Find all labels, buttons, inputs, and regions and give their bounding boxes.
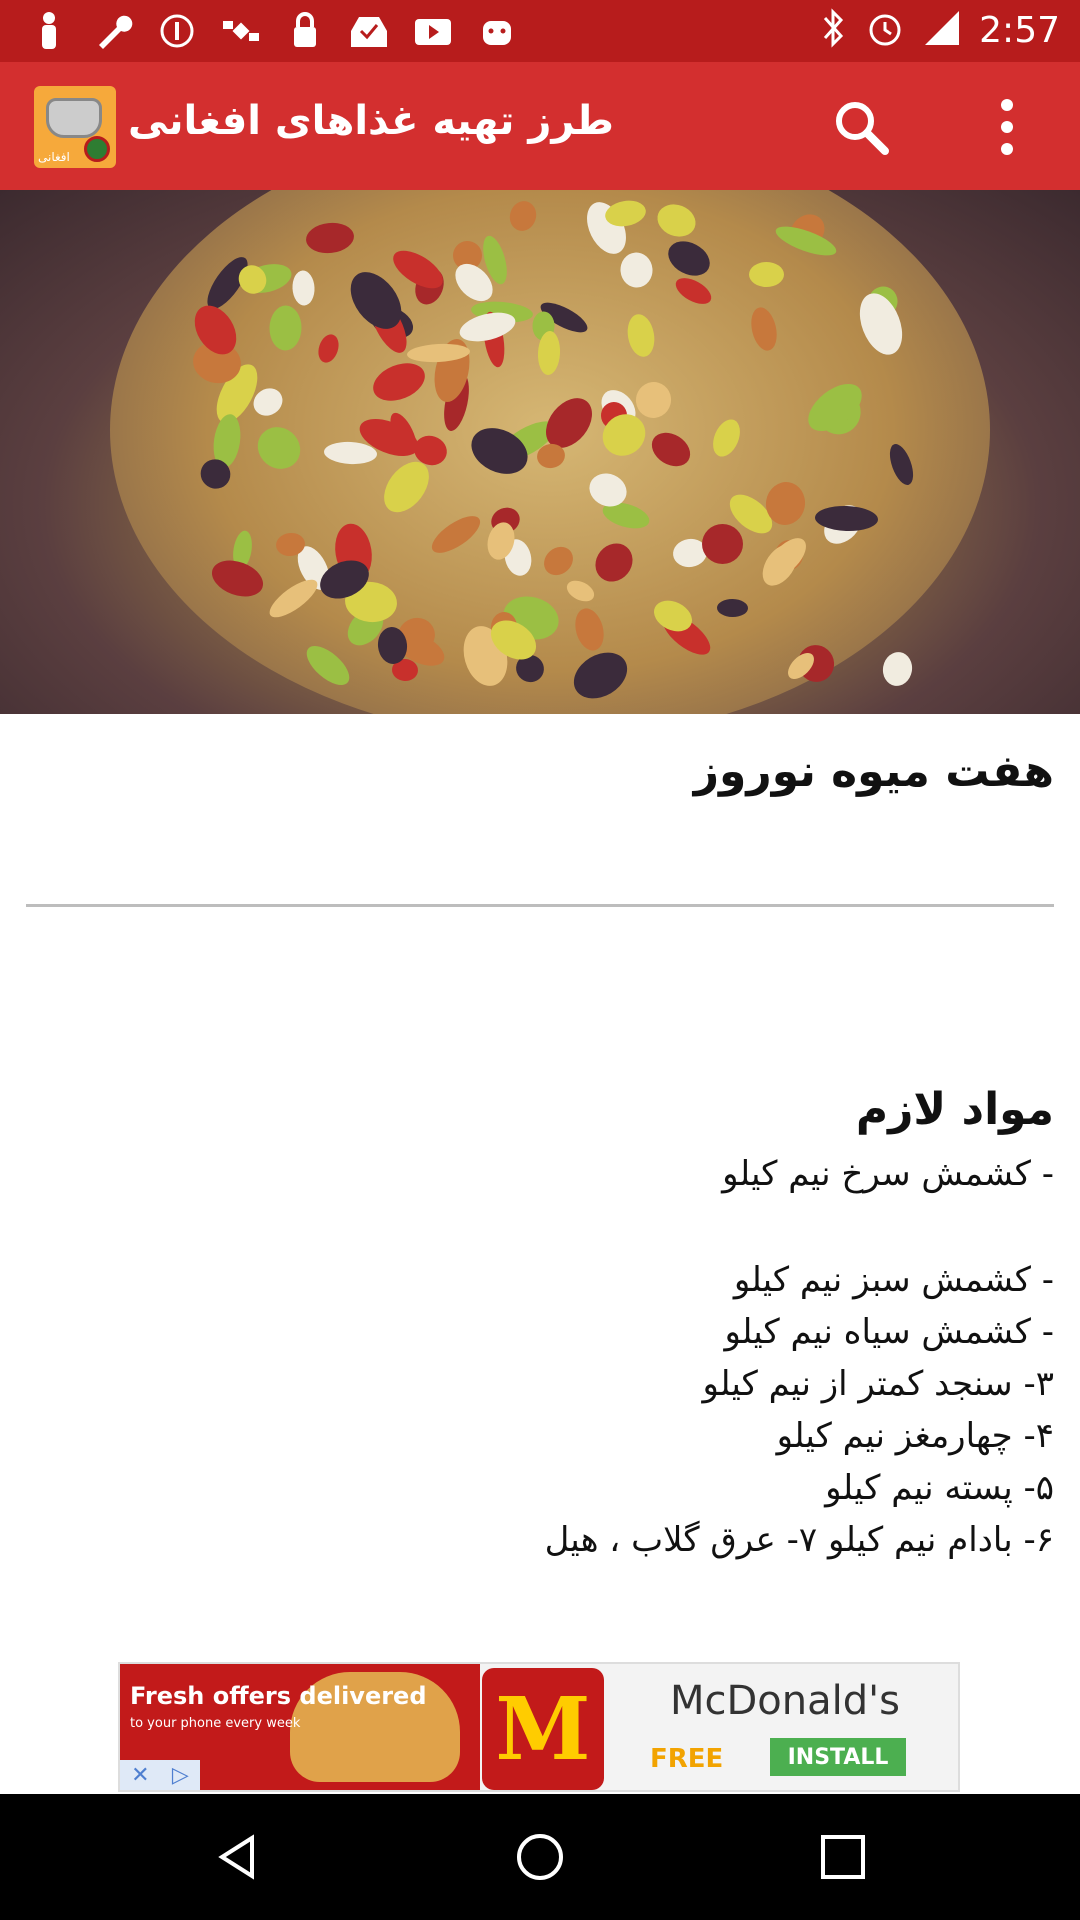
recents-icon[interactable] (818, 1832, 868, 1882)
article-title: هفت میوه نوروز (693, 746, 1054, 797)
lock-icon (284, 10, 326, 52)
afghan-flag-icon (84, 136, 110, 162)
video-icon (412, 10, 454, 52)
person-icon (28, 10, 70, 52)
ad-install-button[interactable]: INSTALL (770, 1738, 906, 1776)
ingredient-item: - کشمش سرخ نیم کیلو (722, 1154, 1054, 1194)
wrench-icon (92, 10, 134, 52)
navigation-bar (0, 1794, 1080, 1920)
ingredient-item: ۶- بادام نیم کیلو ۷- عرق گلاب ، هیل (544, 1520, 1054, 1560)
ingredient-item: - کشمش سیاه نیم کیلو (724, 1312, 1054, 1352)
ingredient-item: - کشمش سبز نیم کیلو (733, 1260, 1054, 1300)
overflow-menu-button[interactable] (982, 92, 1032, 162)
satellite-icon (220, 10, 262, 52)
ingredient-item: ۴- چهارمغز نیم کیلو (776, 1416, 1054, 1456)
fruit-piece (749, 262, 784, 287)
app-title: طرز تهیه غذاهای افغانی (128, 98, 614, 144)
bluetooth-icon (821, 8, 847, 52)
signal-icon (923, 9, 961, 51)
ingredients-title: مواد لازم (855, 1084, 1054, 1135)
app-bar: افغانی طرز تهیه غذاهای افغانی (0, 62, 1080, 190)
ad-headline: Fresh offers delivered (130, 1682, 427, 1710)
alarm-icon (865, 8, 905, 52)
app-logo: افغانی (34, 86, 116, 168)
search-button[interactable] (826, 92, 896, 162)
fruit-piece (880, 649, 915, 689)
inbox-icon (348, 10, 390, 52)
adchoices-icon[interactable]: ▷ (172, 1763, 189, 1788)
back-icon[interactable] (212, 1832, 262, 1882)
android-icon (476, 10, 518, 52)
search-icon (836, 102, 889, 155)
fruit-piece (716, 598, 749, 618)
mcdonalds-logo-icon: M (482, 1668, 604, 1790)
article-content: هفت میوه نوروز مواد لازم - کشمش سرخ نیم … (0, 714, 1080, 1662)
fruit-piece (702, 524, 743, 564)
ad-subline: to your phone every week (130, 1716, 301, 1731)
ad-brand: McDonald's (670, 1678, 900, 1724)
more-vert-icon (1001, 99, 1013, 111)
info-icon (156, 10, 198, 52)
logo-label: افغانی (38, 150, 70, 164)
ingredient-item: ۳- سنجد کمتر از نیم کیلو (702, 1364, 1054, 1404)
recipe-image (0, 190, 1080, 714)
ad-free-label: FREE (650, 1744, 724, 1774)
ad-banner[interactable]: Fresh offers delivered to your phone eve… (118, 1662, 960, 1792)
divider (26, 904, 1054, 907)
status-bar: 2:57 (0, 0, 1080, 62)
ad-close-button[interactable]: ✕ ▷ (120, 1760, 200, 1790)
clock: 2:57 (979, 9, 1060, 51)
close-icon[interactable]: ✕ (131, 1763, 149, 1788)
ingredient-item: ۵- پسته نیم کیلو (825, 1468, 1054, 1508)
home-icon[interactable] (515, 1832, 565, 1882)
